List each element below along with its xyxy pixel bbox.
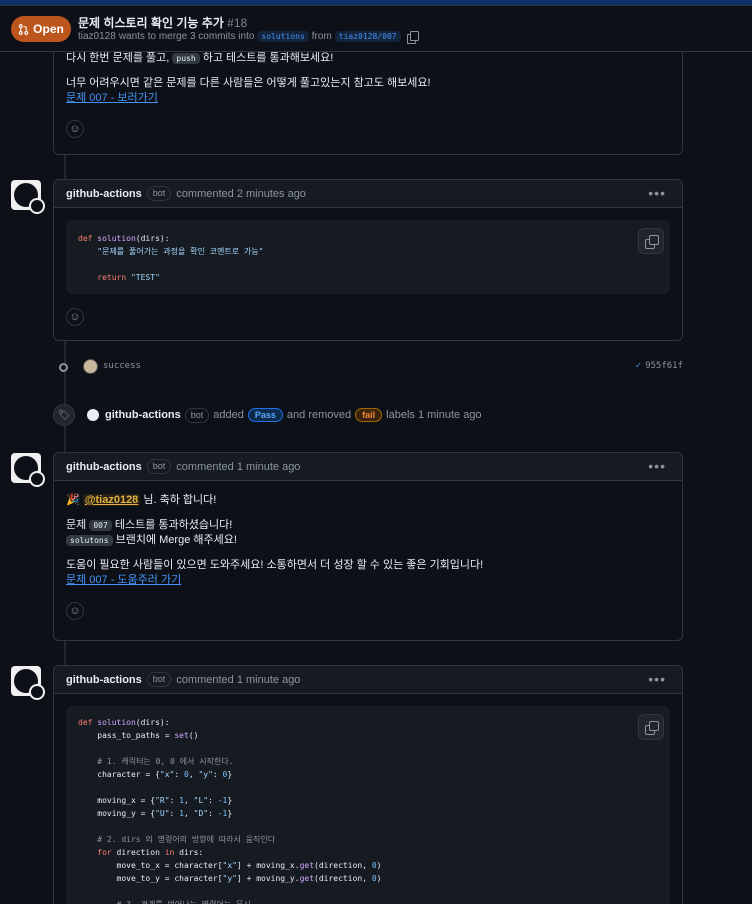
pass-info: 문제 007 테스트를 통과하셨습니다! solutons 브랜치에 Merge…: [66, 518, 670, 548]
label-time-text[interactable]: labels 1 minute ago: [386, 409, 481, 421]
comment-3-header: github-actions bot commented 1 minute ag…: [54, 453, 682, 481]
add-reaction-icon[interactable]: ☺: [66, 602, 84, 620]
pr-sticky-header: Open 문제 히스토리 확인 기능 추가 #18 tiaz0128 wants…: [0, 6, 752, 52]
head-branch[interactable]: tiaz0128/007: [334, 31, 401, 42]
pr-state-badge: Open: [11, 16, 71, 42]
reaction-area: ☺: [66, 602, 670, 620]
kebab-menu-icon[interactable]: •••: [648, 459, 666, 473]
add-reaction-icon[interactable]: ☺: [66, 308, 84, 326]
p2-post: 테스트를 통과하셨습니다!: [114, 519, 233, 531]
add-reaction-icon[interactable]: ☺: [66, 120, 84, 138]
comment-timestamp[interactable]: commented 1 minute ago: [176, 461, 300, 473]
kebab-menu-icon[interactable]: •••: [648, 672, 666, 686]
base-branch[interactable]: solutions: [257, 31, 309, 42]
check-icon: ✓: [635, 361, 642, 371]
copy-icon: [645, 235, 659, 249]
bot-badge: bot: [146, 459, 172, 474]
comment-author[interactable]: github-actions: [66, 188, 142, 200]
label-event: 🏷 github-actions bot added Pass and remo…: [53, 404, 683, 426]
reaction-area: ☺: [66, 308, 670, 326]
comment-timestamp[interactable]: commented 2 minutes ago: [176, 188, 306, 200]
github-actions-avatar[interactable]: [11, 453, 45, 487]
merge-text: wants to merge 3 commits into: [118, 31, 255, 42]
pr-title: 문제 히스토리 확인 기능 추가 #18: [78, 14, 247, 31]
bot-badge: bot: [146, 186, 172, 201]
code-block: def solution(dirs): pass_to_paths = set(…: [66, 706, 670, 904]
github-actions-avatar[interactable]: [11, 666, 45, 700]
pr-subtitle: tiaz0128 wants to merge 3 commits into s…: [78, 31, 419, 44]
code-block: def solution(dirs): "문제를 풀어가는 과정을 확인 코멘트…: [66, 220, 670, 294]
comment-2-body: def solution(dirs): "문제를 풀어가는 과정을 확인 코멘트…: [54, 208, 682, 326]
pr-title-text: 문제 히스토리 확인 기능 추가: [78, 16, 224, 30]
inline-code-007: 007: [89, 520, 112, 531]
party-icon: 🎉: [66, 494, 80, 506]
copy-code-button[interactable]: [638, 714, 664, 740]
p3-post: 브랜치에 Merge 해주세요!: [115, 534, 237, 546]
help-link[interactable]: 문제 007 - 도움주러 가기: [66, 574, 181, 586]
line2-text: 너무 어려우시면 같은 문제를 다른 사람들은 어떻게 풀고있는지 참고도 해보…: [66, 77, 431, 89]
comment-2-header: github-actions bot commented 2 minutes a…: [54, 180, 682, 208]
github-mini-avatar[interactable]: [87, 409, 99, 421]
comment-1-line1: 다시 한번 문제를 풀고, push 하고 테스트를 통과해보세요!: [66, 51, 670, 66]
pr-number: #18: [227, 16, 248, 30]
comment-card-3: github-actions bot commented 1 minute ag…: [53, 452, 683, 641]
p2-pre: 문제: [66, 519, 87, 531]
reaction-area: ☺: [66, 120, 670, 138]
line1-post: 하고 테스트를 통과해보세요!: [202, 52, 334, 64]
line1-pre: 다시 한번 문제를 풀고,: [66, 52, 170, 64]
greeting-text: 님. 축하 합니다!: [143, 494, 217, 506]
pr-state-label: Open: [33, 22, 64, 36]
pull-request-icon: [18, 23, 29, 35]
label-actor[interactable]: github-actions: [105, 409, 181, 421]
user-mention[interactable]: @tiaz0128: [82, 494, 141, 506]
comment-1-line2: 너무 어려우시면 같은 문제를 다른 사람들은 어떻게 풀고있는지 참고도 해보…: [66, 76, 670, 106]
comment-4-header: github-actions bot commented 1 minute ag…: [54, 666, 682, 694]
pr-author-link[interactable]: tiaz0128: [78, 31, 116, 42]
pass-label[interactable]: Pass: [247, 408, 283, 422]
removed-text: and removed: [286, 409, 352, 421]
comment-author[interactable]: github-actions: [66, 674, 142, 686]
comment-card-4: github-actions bot commented 1 minute ag…: [53, 665, 683, 904]
commit-row: success ✓ 955f61f: [53, 358, 683, 376]
commit-author-avatar[interactable]: [83, 359, 98, 374]
kebab-menu-icon[interactable]: •••: [648, 186, 666, 200]
copy-branch-icon[interactable]: [406, 31, 419, 44]
bot-badge: bot: [146, 672, 172, 687]
fail-label[interactable]: fail: [355, 408, 383, 422]
inline-code-branch: solutons: [66, 535, 113, 546]
tag-icon: 🏷: [53, 404, 75, 426]
commit-message[interactable]: success: [103, 361, 141, 371]
copy-icon: [645, 721, 659, 735]
commit-node-icon: [59, 363, 68, 372]
help-text: 도움이 필요한 사람들이 있으면 도와주세요! 소통하면서 더 성장 할 수 있…: [66, 559, 484, 571]
problem-link[interactable]: 문제 007 - 보러가기: [66, 92, 158, 104]
comment-timestamp[interactable]: commented 1 minute ago: [176, 674, 300, 686]
inline-code-push: push: [172, 53, 200, 64]
added-text: added: [213, 409, 244, 421]
commit-sha[interactable]: ✓ 955f61f: [636, 361, 683, 371]
help-info: 도움이 필요한 사람들이 있으면 도와주세요! 소통하면서 더 성장 할 수 있…: [66, 558, 670, 588]
bot-badge: bot: [184, 407, 210, 423]
commit-sha-text: 955f61f: [645, 361, 683, 371]
copy-code-button[interactable]: [638, 228, 664, 254]
github-actions-avatar[interactable]: [11, 180, 45, 214]
comment-author[interactable]: github-actions: [66, 461, 142, 473]
congrats-line: 🎉 @tiaz0128 님. 축하 합니다!: [66, 493, 670, 508]
comment-card-2: github-actions bot commented 2 minutes a…: [53, 179, 683, 341]
from-text: from: [311, 31, 332, 42]
comment-3-body: 🎉 @tiaz0128 님. 축하 합니다! 문제 007 테스트를 통과하셨습…: [54, 481, 682, 632]
comment-4-body: def solution(dirs): pass_to_paths = set(…: [54, 694, 682, 904]
